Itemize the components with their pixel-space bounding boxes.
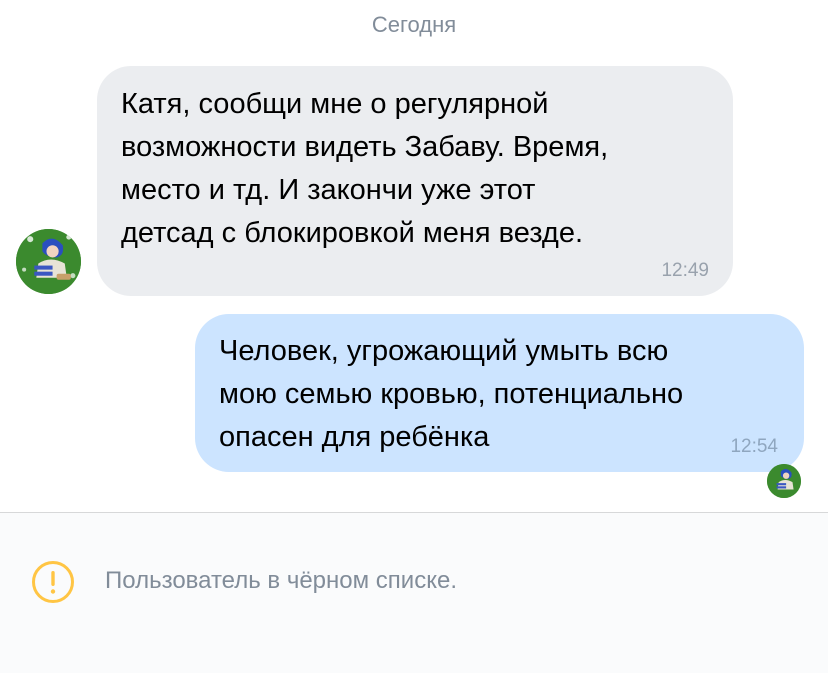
outgoing-message[interactable]: Человек, угрожающий умыть всю мою семью … — [195, 314, 804, 472]
date-divider: Сегодня — [371, 12, 457, 37]
message-time: 12:49 — [661, 260, 709, 281]
blocked-status-text: Пользователь в чёрном списке. — [105, 567, 457, 594]
read-receipt-avatar-image — [767, 464, 801, 498]
incoming-message[interactable]: Катя, сообщи мне о регулярной возможност… — [97, 66, 733, 296]
contact-avatar[interactable] — [16, 229, 81, 294]
read-receipt-avatar — [767, 464, 801, 498]
message-text: Человек, угрожающий умыть всю мою семью … — [219, 335, 684, 453]
warning-circle-icon — [31, 560, 75, 604]
message-time: 12:54 — [730, 436, 778, 457]
contact-avatar-image — [16, 229, 81, 294]
message-text: Катя, сообщи мне о регулярной возможност… — [121, 88, 609, 249]
